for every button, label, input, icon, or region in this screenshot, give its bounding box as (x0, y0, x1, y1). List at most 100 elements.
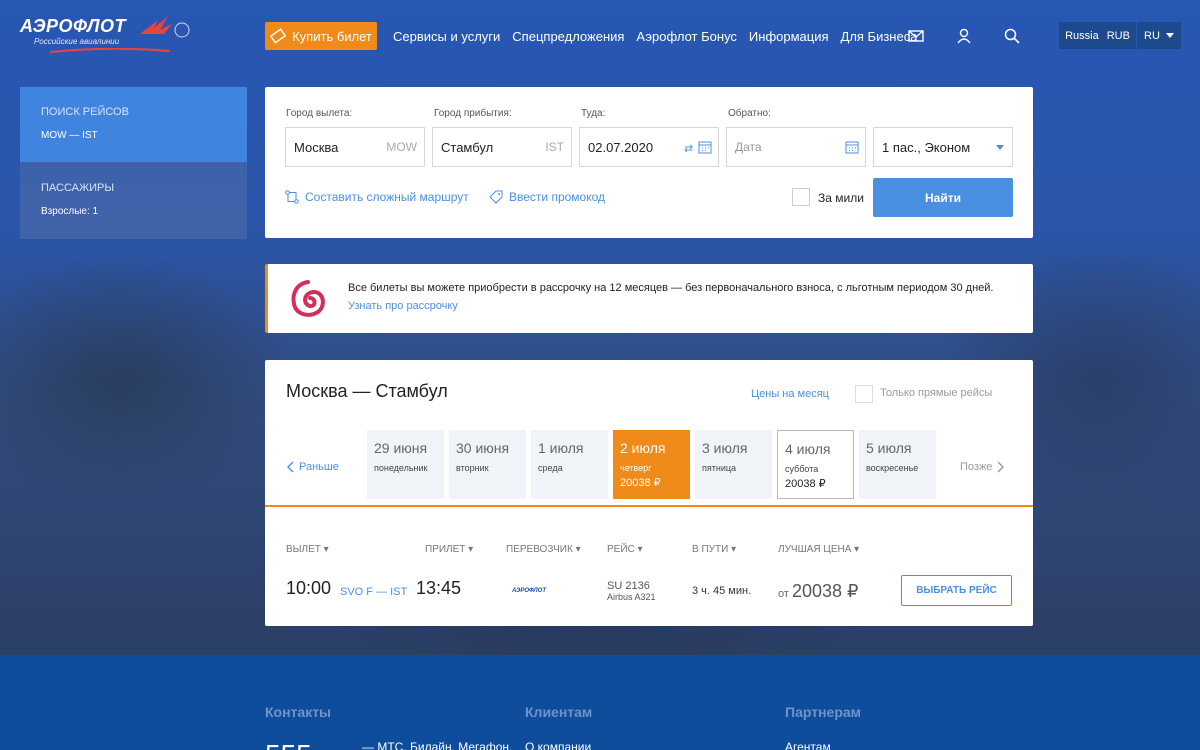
col-flight[interactable]: Рейс ▾ (607, 544, 643, 555)
calendar-icon (845, 141, 859, 154)
language-label: RU (1144, 29, 1160, 42)
day-date: 3 июля (702, 440, 748, 456)
footer-about-link[interactable]: О компании (525, 740, 592, 750)
to-city-value: Стамбул (441, 139, 494, 155)
day-tab-selected[interactable]: 2 июля четверг 20038 ₽ (613, 430, 690, 499)
user-icon[interactable] (955, 27, 973, 45)
nav-business[interactable]: Для Бизнеса (841, 29, 918, 44)
find-button[interactable]: Найти (873, 178, 1013, 217)
sidebar-flight-search[interactable]: Поиск рейсов MOW — IST (20, 87, 247, 162)
sidebar-passengers-value: Взрослые: 1 (41, 206, 99, 217)
col-carrier[interactable]: Перевозчик ▾ (506, 544, 581, 555)
chevron-down-icon (996, 145, 1004, 150)
buy-ticket-button[interactable]: Купить билет (265, 22, 377, 50)
flight-departure-time: 10:00 (286, 578, 332, 598)
region-label: Russia (1065, 29, 1099, 42)
installment-description: Все билеты вы можете приобрести в рассро… (348, 282, 994, 294)
flight-aircraft: Airbus A321 (607, 592, 656, 602)
month-prices-link[interactable]: Цены на месяц (751, 388, 829, 400)
region-currency-button[interactable]: Russia RUB (1059, 22, 1136, 49)
day-date: 5 июля (866, 440, 912, 456)
day-weekday: вторник (456, 463, 489, 473)
date-strip-divider (265, 505, 1033, 507)
day-weekday: понедельник (374, 463, 428, 473)
col-arrival[interactable]: Прилет ▾ (425, 544, 473, 555)
language-select[interactable]: RU (1137, 22, 1181, 49)
day-tab[interactable]: 5 июля воскресенье (859, 430, 936, 499)
promo-code-label: Ввести промокод (509, 190, 606, 204)
promo-code-link[interactable]: Ввести промокод (489, 190, 605, 204)
footer-partners-title: Партнерам (785, 704, 862, 720)
col-best-price[interactable]: Лучшая цена ▾ (778, 544, 859, 555)
later-button[interactable]: Позже (960, 461, 1005, 473)
chevron-left-icon (287, 461, 294, 473)
nav-info[interactable]: Информация (749, 29, 829, 44)
footer-phone[interactable]: 555 (265, 739, 312, 750)
day-tab[interactable]: 4 июля суббота 20038 ₽ (777, 430, 854, 499)
day-weekday: четверг (620, 463, 652, 473)
nav-services[interactable]: Сервисы и услуги (393, 29, 500, 44)
from-city-input[interactable]: Москва MOW (285, 127, 425, 167)
earlier-label: Раньше (299, 461, 339, 473)
flight-duration: 3 ч. 45 мин. (692, 585, 752, 597)
installment-link[interactable]: Узнать про рассрочку (348, 300, 458, 312)
nav-offers[interactable]: Спецпредложения (512, 29, 624, 44)
results-panel: Москва — Стамбул Цены на месяц Только пр… (265, 360, 1033, 626)
route-icon (285, 190, 299, 204)
direct-only-checkbox[interactable] (855, 385, 873, 403)
return-date-placeholder: Дата (735, 140, 762, 154)
later-label: Позже (960, 461, 993, 473)
to-city-input[interactable]: Стамбул IST (432, 127, 572, 167)
currency-label: RUB (1106, 29, 1130, 42)
passengers-select[interactable]: 1 пас., Эконом (873, 127, 1013, 167)
day-date: 4 июля (785, 441, 831, 457)
from-city-value: Москва (294, 139, 339, 155)
flight-route[interactable]: SVO F — IST (340, 586, 407, 598)
footer-contacts-title: Контакты (265, 704, 332, 720)
logo-subtitle: Российские авиалинии (34, 37, 120, 46)
day-tab[interactable]: 1 июля среда (531, 430, 608, 499)
select-flight-button[interactable]: Выбрать рейс (901, 575, 1012, 606)
day-weekday: среда (538, 463, 563, 473)
footer-contacts: Контакты (265, 704, 331, 720)
col-departure[interactable]: Вылет ▾ (286, 544, 329, 555)
tag-icon (489, 190, 503, 204)
installment-text: Все билеты вы можете приобрести в рассро… (348, 279, 1008, 315)
direct-only-label: Только прямые рейсы (880, 387, 993, 399)
day-tab[interactable]: 30 июня вторник (449, 430, 526, 499)
flight-number: SU 2136 (607, 580, 650, 592)
installment-banner: Все билеты вы можете приобрести в рассро… (265, 264, 1033, 333)
calendar-icon (698, 141, 712, 154)
return-date-input[interactable]: Дата (726, 127, 866, 167)
earlier-button[interactable]: Раньше (287, 461, 339, 473)
footer-agents-link[interactable]: Агентам (785, 740, 861, 750)
miles-checkbox[interactable] (792, 188, 810, 206)
day-date: 2 июля (620, 440, 666, 456)
sidebar-passengers[interactable]: Пассажиры Взрослые: 1 (20, 162, 247, 239)
nav-bonus[interactable]: Аэрофлот Бонус (636, 29, 737, 44)
installment-logo-icon (291, 280, 325, 317)
ticket-icon (270, 28, 287, 44)
locale-selector: Russia RUB RU (1059, 22, 1181, 49)
aeroflot-logo[interactable]: АЭРОФЛОТ Российские авиалинии (20, 16, 190, 53)
route-title: Москва — Стамбул (286, 381, 448, 401)
day-tab[interactable]: 3 июля пятница (695, 430, 772, 499)
sidebar-search-route: MOW — IST (41, 130, 98, 141)
from-label: Город вылета: (286, 108, 353, 119)
depart-date-input[interactable]: 02.07.2020 (579, 127, 719, 167)
mail-icon[interactable] (907, 27, 925, 45)
date-strip: 29 июня понедельник 30 июня вторник 1 ию… (367, 430, 936, 499)
sidebar-search-title: Поиск рейсов (41, 106, 129, 118)
price-prefix: от (778, 588, 789, 600)
carrier-logo: АЭРОФЛОТ (512, 588, 547, 594)
logo-name: АЭРОФЛОТ (20, 16, 127, 36)
flight-price: 20038 ₽ (792, 581, 859, 601)
chevron-right-icon (997, 461, 1005, 473)
search-icon[interactable] (1003, 27, 1021, 45)
search-form: Город вылета: Москва MOW ⇄ Город прибыти… (265, 87, 1033, 238)
col-duration[interactable]: В пути ▾ (692, 544, 736, 555)
complex-route-link[interactable]: Составить сложный маршрут (285, 190, 469, 204)
day-tab[interactable]: 29 июня понедельник (367, 430, 444, 499)
from-city-code: MOW (386, 140, 417, 154)
miles-label: За мили (818, 191, 864, 205)
